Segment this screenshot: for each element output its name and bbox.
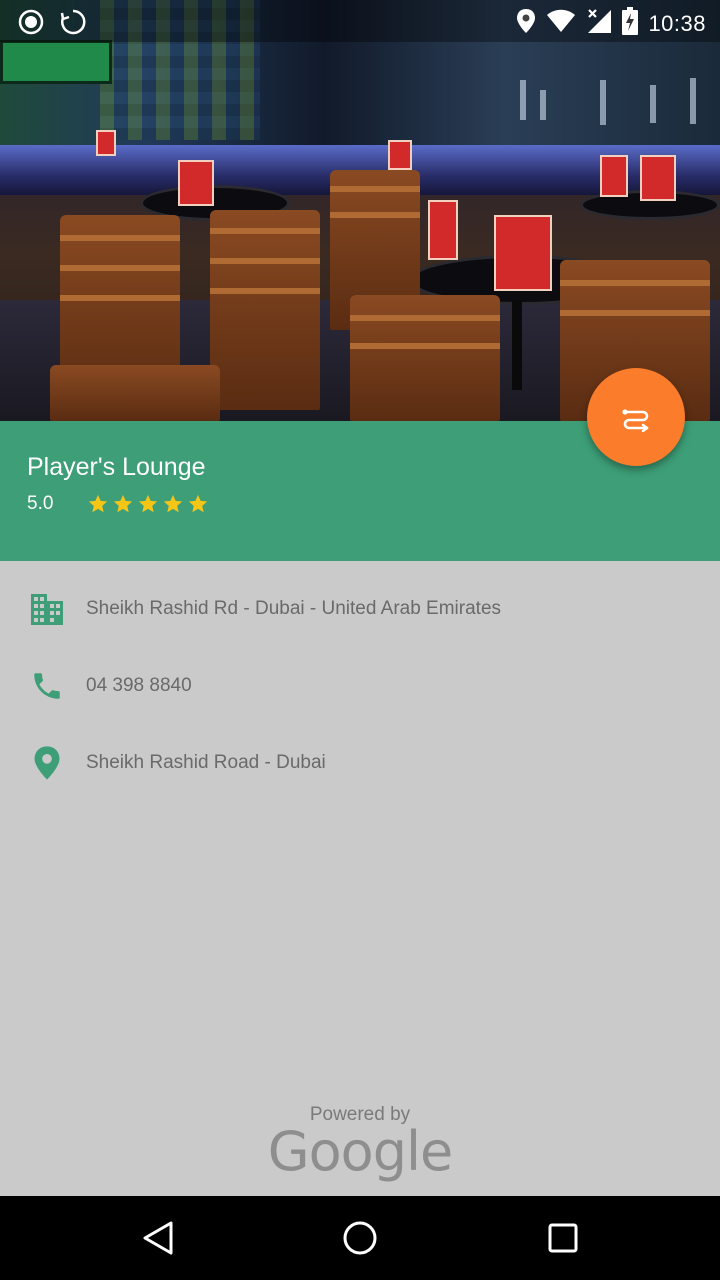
record-icon bbox=[18, 9, 44, 40]
details-panel: Sheikh Rashid Rd - Dubai - United Arab E… bbox=[0, 561, 720, 1196]
location-text: Sheikh Rashid Road - Dubai bbox=[86, 752, 326, 773]
phone-icon bbox=[28, 667, 66, 705]
status-bar: 10:38 bbox=[0, 0, 720, 42]
star-icon bbox=[138, 494, 158, 513]
back-button[interactable] bbox=[138, 1218, 178, 1258]
navigation-bar bbox=[0, 1196, 720, 1280]
location-row[interactable]: Sheikh Rashid Road - Dubai bbox=[0, 733, 720, 793]
rating-value: 5.0 bbox=[27, 493, 54, 514]
google-logo: Google bbox=[267, 1120, 453, 1183]
star-icon bbox=[113, 494, 133, 513]
star-icon bbox=[88, 494, 108, 513]
recents-icon bbox=[548, 1223, 578, 1253]
home-button[interactable] bbox=[340, 1218, 380, 1258]
signal-icon bbox=[586, 8, 612, 39]
directions-icon bbox=[622, 409, 649, 432]
address-text: Sheikh Rashid Rd - Dubai - United Arab E… bbox=[86, 598, 502, 619]
star-icon bbox=[188, 494, 208, 513]
google-attribution: Powered by Google bbox=[0, 1104, 720, 1183]
status-time: 10:38 bbox=[648, 10, 706, 36]
home-icon bbox=[343, 1221, 377, 1255]
battery-charging-icon bbox=[622, 7, 639, 40]
location-icon bbox=[516, 8, 536, 39]
directions-button[interactable] bbox=[587, 368, 685, 466]
location-pin-icon bbox=[28, 744, 66, 782]
recents-button[interactable] bbox=[543, 1218, 583, 1258]
phone-text: 04 398 8840 bbox=[86, 675, 192, 696]
address-row[interactable]: Sheikh Rashid Rd - Dubai - United Arab E… bbox=[0, 579, 720, 639]
wifi-icon bbox=[546, 9, 576, 38]
place-photo bbox=[0, 0, 720, 421]
star-icon bbox=[163, 494, 183, 513]
rating-row: 5.0 bbox=[27, 493, 209, 515]
back-icon bbox=[143, 1221, 173, 1255]
star-rating bbox=[87, 493, 209, 515]
building-icon bbox=[28, 590, 66, 628]
sync-icon bbox=[60, 9, 86, 40]
phone-row[interactable]: 04 398 8840 bbox=[0, 656, 720, 716]
place-name: Player's Lounge bbox=[27, 453, 206, 481]
